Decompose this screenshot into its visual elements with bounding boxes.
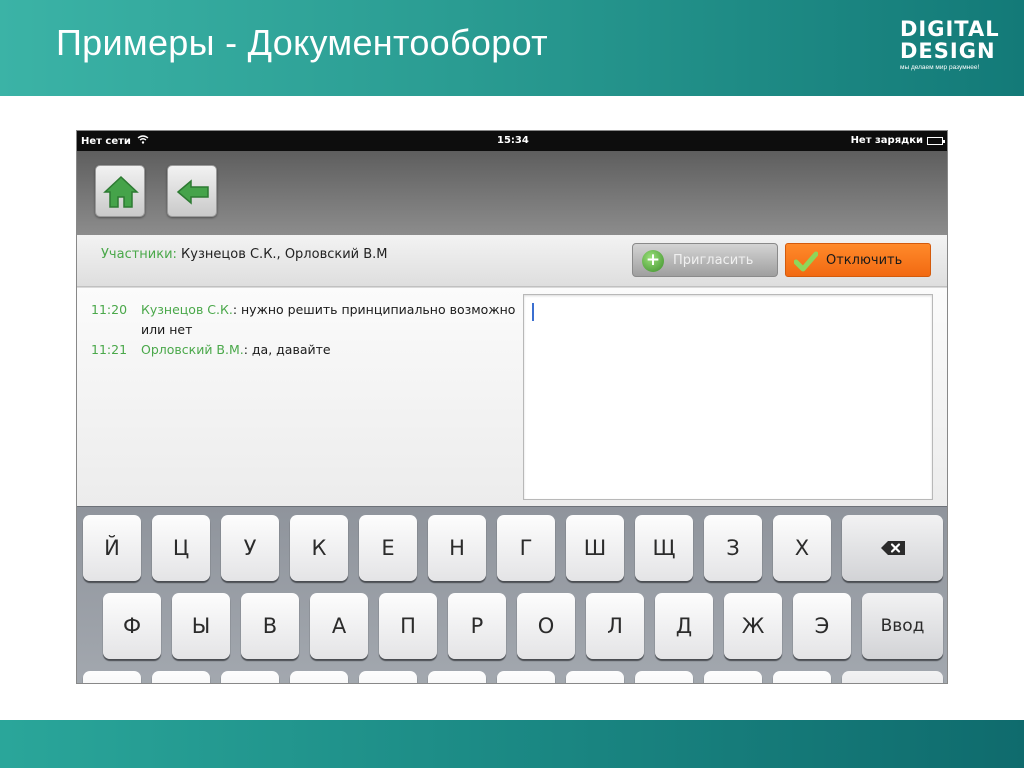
logo-tagline: мы делаем мир разумнее! bbox=[900, 64, 980, 71]
key[interactable]: О bbox=[517, 593, 575, 659]
key-partial[interactable] bbox=[842, 671, 943, 683]
battery-icon bbox=[927, 136, 945, 145]
key-partial[interactable] bbox=[290, 671, 348, 683]
wifi-icon bbox=[138, 135, 149, 144]
key-partial[interactable] bbox=[359, 671, 417, 683]
key[interactable]: П bbox=[379, 593, 437, 659]
key[interactable]: Ц bbox=[152, 515, 210, 581]
message-time: 11:20 bbox=[91, 302, 128, 317]
participants-text: Участники: Кузнецов С.К., Орловский В.М bbox=[101, 247, 388, 262]
status-time: 15:34 bbox=[497, 135, 529, 146]
back-arrow-icon bbox=[176, 179, 209, 205]
tablet-screenshot: Нет сети 15:34 Нет зарядки Участники: Ку… bbox=[76, 130, 948, 684]
key-partial[interactable] bbox=[704, 671, 762, 683]
logo-line-2: DESIGN bbox=[900, 39, 996, 63]
key-partial[interactable] bbox=[152, 671, 210, 683]
key[interactable]: А bbox=[310, 593, 368, 659]
key[interactable]: Ы bbox=[172, 593, 230, 659]
slide-footer bbox=[0, 720, 1024, 768]
message-text: : да, давайте bbox=[243, 342, 331, 357]
key[interactable]: Д bbox=[655, 593, 713, 659]
slide-header: Примеры - Документооборот DIGITAL DESIGN… bbox=[0, 0, 1024, 96]
onscreen-keyboard: Й Ц У К Е Н Г Ш Щ З Х Ф Ы В А П Р О Л Д … bbox=[77, 506, 947, 683]
enter-key[interactable]: Ввод bbox=[862, 593, 943, 659]
key-partial[interactable] bbox=[221, 671, 279, 683]
status-bar: Нет сети 15:34 Нет зарядки bbox=[77, 131, 947, 151]
chat-area: 11:20 Кузнецов С.К.: нужно решить принци… bbox=[77, 288, 947, 506]
invite-label: Пригласить bbox=[673, 253, 754, 268]
key[interactable]: Ш bbox=[566, 515, 624, 581]
network-status: Нет сети bbox=[81, 135, 149, 147]
company-logo: DIGITAL DESIGN мы делаем мир разумнее! bbox=[900, 18, 1000, 71]
key[interactable]: Л bbox=[586, 593, 644, 659]
key[interactable]: У bbox=[221, 515, 279, 581]
backspace-key[interactable] bbox=[842, 515, 943, 581]
key[interactable]: З bbox=[704, 515, 762, 581]
message-author: Орловский В.М. bbox=[141, 342, 244, 357]
message-author: Кузнецов С.К. bbox=[141, 302, 233, 317]
key-partial[interactable] bbox=[497, 671, 555, 683]
disconnect-label: Отключить bbox=[826, 253, 903, 268]
slide-title: Примеры - Документооборот bbox=[56, 22, 548, 63]
participants-bar: Участники: Кузнецов С.К., Орловский В.М … bbox=[77, 235, 947, 287]
plus-icon: + bbox=[642, 250, 664, 272]
key[interactable]: Й bbox=[83, 515, 141, 581]
battery-status: Нет зарядки bbox=[850, 135, 945, 146]
key-partial[interactable] bbox=[635, 671, 693, 683]
home-icon bbox=[103, 175, 139, 208]
key[interactable]: Г bbox=[497, 515, 555, 581]
network-label: Нет сети bbox=[81, 136, 131, 147]
back-button[interactable] bbox=[167, 165, 217, 217]
message-time: 11:21 bbox=[91, 342, 128, 357]
home-button[interactable] bbox=[95, 165, 145, 217]
key[interactable]: Ж bbox=[724, 593, 782, 659]
key-partial[interactable] bbox=[428, 671, 486, 683]
backspace-icon bbox=[880, 541, 905, 555]
participants-label: Участники: bbox=[101, 247, 177, 262]
key-partial[interactable] bbox=[83, 671, 141, 683]
key[interactable]: В bbox=[241, 593, 299, 659]
participants-names: Кузнецов С.К., Орловский В.М bbox=[176, 247, 388, 262]
key-partial[interactable] bbox=[773, 671, 831, 683]
key[interactable]: Х bbox=[773, 515, 831, 581]
key[interactable]: Е bbox=[359, 515, 417, 581]
key[interactable]: Н bbox=[428, 515, 486, 581]
message-input[interactable] bbox=[523, 294, 933, 500]
key[interactable]: Э bbox=[793, 593, 851, 659]
disconnect-button[interactable]: Отключить bbox=[785, 243, 931, 277]
text-cursor bbox=[532, 303, 534, 321]
key[interactable]: Щ bbox=[635, 515, 693, 581]
key[interactable]: К bbox=[290, 515, 348, 581]
chat-message: 11:20 Кузнецов С.К.: нужно решить принци… bbox=[77, 300, 517, 340]
key-partial[interactable] bbox=[566, 671, 624, 683]
checkmark-icon bbox=[794, 251, 818, 272]
charging-label: Нет зарядки bbox=[850, 135, 923, 146]
invite-button[interactable]: + Пригласить bbox=[632, 243, 778, 277]
toolbar bbox=[77, 151, 947, 235]
key[interactable]: Р bbox=[448, 593, 506, 659]
chat-message: 11:21 Орловский В.М.: да, давайте bbox=[77, 340, 517, 360]
logo-line-1: DIGITAL bbox=[900, 17, 1000, 41]
chat-log: 11:20 Кузнецов С.К.: нужно решить принци… bbox=[77, 300, 517, 360]
key[interactable]: Ф bbox=[103, 593, 161, 659]
